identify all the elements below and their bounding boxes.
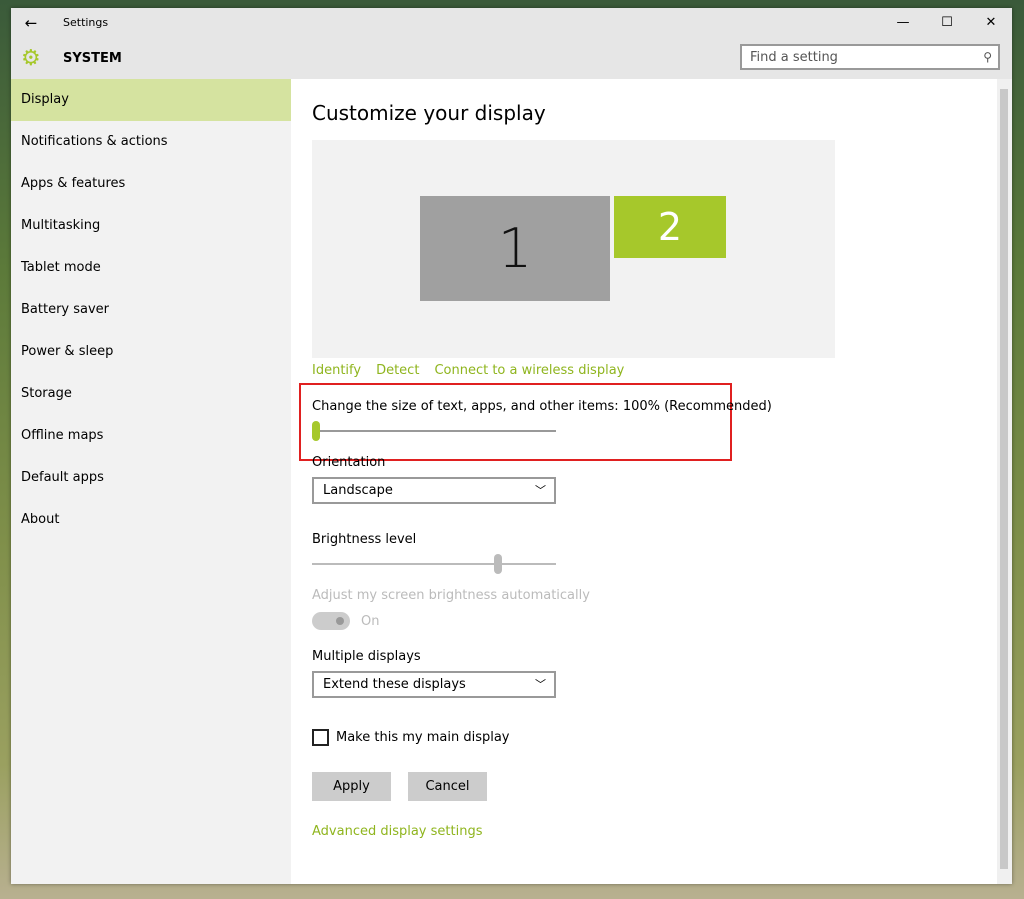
brightness-slider-thumb[interactable] [493, 554, 502, 574]
wireless-display-link[interactable]: Connect to a wireless display [434, 363, 624, 378]
scrollbar-thumb[interactable] [1000, 89, 1008, 869]
brightness-label: Brightness level [312, 532, 417, 547]
scale-slider[interactable] [312, 421, 556, 441]
monitor-2[interactable]: 2 [614, 196, 726, 258]
cancel-button[interactable]: Cancel [408, 772, 487, 801]
scale-label: Change the size of text, apps, and other… [312, 399, 772, 414]
search-input[interactable]: Find a setting ⚲ [740, 44, 1000, 70]
minimize-button[interactable]: — [881, 8, 925, 37]
auto-brightness-toggle[interactable] [312, 612, 350, 630]
window-title: Settings [63, 16, 109, 29]
sidebar-item-multitasking[interactable]: Multitasking [11, 205, 291, 247]
display-preview: 1 2 [312, 140, 835, 358]
multiple-displays-value: Extend these displays [323, 677, 466, 692]
maximize-button[interactable]: ☐ [925, 8, 969, 37]
orientation-label: Orientation [312, 455, 386, 470]
sidebar-item-battery-saver[interactable]: Battery saver [11, 289, 291, 331]
detect-link[interactable]: Detect [376, 363, 419, 378]
title-bar: ← Settings — ☐ ✕ [11, 8, 1012, 37]
section-title: SYSTEM [63, 50, 122, 66]
settings-window: ← Settings — ☐ ✕ ⚙ SYSTEM Find a setting… [11, 8, 1012, 884]
multiple-displays-label: Multiple displays [312, 649, 421, 664]
scale-slider-thumb[interactable] [312, 421, 320, 441]
main-display-label: Make this my main display [336, 730, 510, 745]
sidebar: Display Notifications & actions Apps & f… [11, 79, 291, 884]
sidebar-item-notifications[interactable]: Notifications & actions [11, 121, 291, 163]
auto-brightness-label: Adjust my screen brightness automaticall… [312, 588, 590, 603]
main-display-checkbox[interactable] [312, 729, 329, 746]
monitor-1[interactable]: 1 [420, 196, 610, 301]
chevron-down-icon: ﹀ [535, 678, 546, 691]
back-button[interactable]: ← [11, 14, 51, 32]
sidebar-item-apps[interactable]: Apps & features [11, 163, 291, 205]
header: ⚙ SYSTEM Find a setting ⚲ [11, 37, 1012, 79]
sidebar-item-display[interactable]: Display [11, 79, 291, 121]
page-title: Customize your display [312, 101, 546, 125]
brightness-slider[interactable] [312, 554, 556, 574]
sidebar-item-offline-maps[interactable]: Offline maps [11, 415, 291, 457]
main-content: Customize your display 1 2 Identify Dete… [291, 79, 997, 884]
chevron-down-icon: ﹀ [535, 484, 546, 497]
sidebar-item-tablet-mode[interactable]: Tablet mode [11, 247, 291, 289]
search-placeholder: Find a setting [750, 49, 838, 65]
scrollbar[interactable] [997, 79, 1012, 884]
gear-icon: ⚙ [21, 45, 41, 71]
orientation-dropdown[interactable]: Landscape ﹀ [312, 477, 556, 504]
highlight-box [299, 383, 732, 461]
multiple-displays-dropdown[interactable]: Extend these displays ﹀ [312, 671, 556, 698]
auto-brightness-state: On [361, 614, 380, 629]
sidebar-item-storage[interactable]: Storage [11, 373, 291, 415]
search-icon[interactable]: ⚲ [983, 50, 992, 64]
sidebar-item-default-apps[interactable]: Default apps [11, 457, 291, 499]
advanced-display-settings-link[interactable]: Advanced display settings [312, 824, 482, 839]
sidebar-item-power-sleep[interactable]: Power & sleep [11, 331, 291, 373]
sidebar-item-about[interactable]: About [11, 499, 291, 541]
identify-link[interactable]: Identify [312, 363, 361, 378]
orientation-value: Landscape [323, 483, 393, 498]
close-button[interactable]: ✕ [969, 8, 1013, 37]
apply-button[interactable]: Apply [312, 772, 391, 801]
